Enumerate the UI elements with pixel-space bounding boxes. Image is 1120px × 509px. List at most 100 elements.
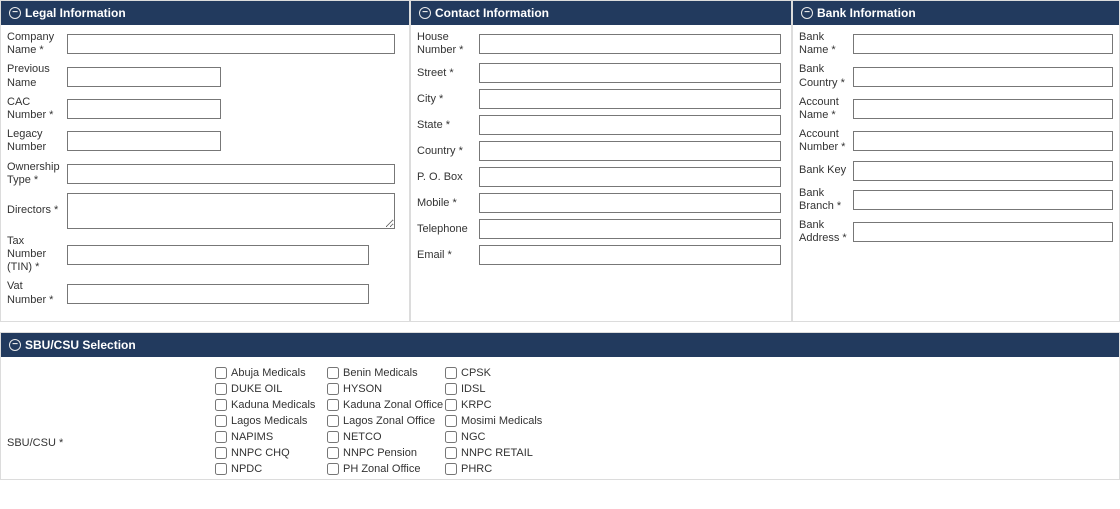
sbucsu-item-label: Mosimi Medicals xyxy=(461,415,542,427)
bank-branch-input[interactable] xyxy=(853,190,1113,210)
panel-bank-header[interactable]: − Bank Information xyxy=(793,1,1119,25)
bank-key-label: Bank Key xyxy=(799,164,853,177)
sbucsu-item[interactable]: PH Zonal Office xyxy=(327,463,445,475)
ownership-type-input[interactable] xyxy=(67,164,395,184)
email-input[interactable] xyxy=(479,245,781,265)
sbucsu-item-label: KRPC xyxy=(461,399,492,411)
previous-name-input[interactable] xyxy=(67,67,221,87)
account-name-label: Account Name * xyxy=(799,96,853,122)
account-name-input[interactable] xyxy=(853,99,1113,119)
sbucsu-checkbox[interactable] xyxy=(215,463,227,475)
sbucsu-checkbox[interactable] xyxy=(445,399,457,411)
directors-input[interactable] xyxy=(67,193,395,229)
street-input[interactable] xyxy=(479,63,781,83)
tax-number-input[interactable] xyxy=(67,245,369,265)
country-label: Country * xyxy=(417,145,479,158)
sbucsu-col-2: Benin Medicals HYSON Kaduna Zonal Office… xyxy=(327,367,445,475)
mobile-input[interactable] xyxy=(479,193,781,213)
mobile-label: Mobile * xyxy=(417,197,479,210)
collapse-icon[interactable]: − xyxy=(9,339,21,351)
country-input[interactable] xyxy=(479,141,781,161)
bank-address-input[interactable] xyxy=(853,222,1113,242)
sbucsu-col-1: Abuja Medicals DUKE OIL Kaduna Medicals … xyxy=(215,367,327,475)
sbucsu-item[interactable]: NAPIMS xyxy=(215,431,327,443)
panel-sbucsu-header[interactable]: − SBU/CSU Selection xyxy=(1,333,1119,357)
sbucsu-checkbox[interactable] xyxy=(445,463,457,475)
sbucsu-checkbox[interactable] xyxy=(445,415,457,427)
sbucsu-item[interactable]: Lagos Medicals xyxy=(215,415,327,427)
legacy-number-input[interactable] xyxy=(67,131,221,151)
vat-number-input[interactable] xyxy=(67,284,369,304)
sbucsu-item[interactable]: Kaduna Zonal Office xyxy=(327,399,445,411)
company-name-label: Company Name * xyxy=(7,31,67,57)
sbucsu-item[interactable]: NNPC Pension xyxy=(327,447,445,459)
sbucsu-item[interactable]: Abuja Medicals xyxy=(215,367,327,379)
cac-number-input[interactable] xyxy=(67,99,221,119)
sbucsu-item[interactable]: Mosimi Medicals xyxy=(445,415,585,427)
telephone-input[interactable] xyxy=(479,219,781,239)
panel-legal-header[interactable]: − Legal Information xyxy=(1,1,409,25)
sbucsu-checkbox[interactable] xyxy=(445,431,457,443)
sbucsu-item-label: PH Zonal Office xyxy=(343,463,420,475)
sbucsu-item[interactable]: NNPC RETAIL xyxy=(445,447,585,459)
sbucsu-item-label: NNPC CHQ xyxy=(231,447,290,459)
sbucsu-checkbox[interactable] xyxy=(327,383,339,395)
sbucsu-item[interactable]: CPSK xyxy=(445,367,585,379)
house-number-input[interactable] xyxy=(479,34,781,54)
panel-sbucsu-body: SBU/CSU * Abuja Medicals DUKE OIL Kaduna… xyxy=(1,357,1119,479)
email-label: Email * xyxy=(417,249,479,262)
sbucsu-checkbox[interactable] xyxy=(327,367,339,379)
sbucsu-item-label: Lagos Zonal Office xyxy=(343,415,435,427)
sbucsu-checkbox[interactable] xyxy=(327,399,339,411)
sbucsu-item[interactable]: HYSON xyxy=(327,383,445,395)
company-name-input[interactable] xyxy=(67,34,395,54)
city-label: City * xyxy=(417,93,479,106)
sbucsu-checkbox[interactable] xyxy=(445,447,457,459)
sbucsu-checkbox[interactable] xyxy=(327,431,339,443)
sbucsu-item[interactable]: NNPC CHQ xyxy=(215,447,327,459)
state-input[interactable] xyxy=(479,115,781,135)
bank-key-input[interactable] xyxy=(853,161,1113,181)
sbucsu-item-label: Kaduna Zonal Office xyxy=(343,399,443,411)
pobox-label: P. O. Box xyxy=(417,171,479,184)
sbucsu-item[interactable]: DUKE OIL xyxy=(215,383,327,395)
sbucsu-item[interactable]: NETCO xyxy=(327,431,445,443)
sbucsu-item[interactable]: KRPC xyxy=(445,399,585,411)
telephone-label: Telephone xyxy=(417,223,479,236)
city-input[interactable] xyxy=(479,89,781,109)
sbucsu-item[interactable]: PHRC xyxy=(445,463,585,475)
sbucsu-item[interactable]: NGC xyxy=(445,431,585,443)
sbucsu-item[interactable]: Kaduna Medicals xyxy=(215,399,327,411)
sbucsu-checkbox[interactable] xyxy=(215,431,227,443)
sbucsu-item-label: DUKE OIL xyxy=(231,383,282,395)
bank-name-input[interactable] xyxy=(853,34,1113,54)
account-number-label: Account Number * xyxy=(799,128,853,154)
sbucsu-item[interactable]: NPDC xyxy=(215,463,327,475)
pobox-input[interactable] xyxy=(479,167,781,187)
sbucsu-checkbox[interactable] xyxy=(215,447,227,459)
bank-country-input[interactable] xyxy=(853,67,1113,87)
sbucsu-item-label: Kaduna Medicals xyxy=(231,399,315,411)
sbucsu-checkbox[interactable] xyxy=(215,399,227,411)
sbucsu-checkbox[interactable] xyxy=(327,463,339,475)
sbucsu-item[interactable]: Benin Medicals xyxy=(327,367,445,379)
sbucsu-checkbox[interactable] xyxy=(215,367,227,379)
collapse-icon[interactable]: − xyxy=(419,7,431,19)
sbucsu-item[interactable]: IDSL xyxy=(445,383,585,395)
sbucsu-checkbox[interactable] xyxy=(327,415,339,427)
collapse-icon[interactable]: − xyxy=(9,7,21,19)
collapse-icon[interactable]: − xyxy=(801,7,813,19)
sbucsu-checkbox[interactable] xyxy=(445,367,457,379)
previous-name-label: Previous Name xyxy=(7,63,67,89)
sbucsu-checkbox[interactable] xyxy=(327,447,339,459)
panel-contact-header[interactable]: − Contact Information xyxy=(411,1,791,25)
sbucsu-item[interactable]: Lagos Zonal Office xyxy=(327,415,445,427)
sbucsu-checkbox[interactable] xyxy=(215,415,227,427)
sbucsu-item-label: NGC xyxy=(461,431,485,443)
account-number-input[interactable] xyxy=(853,131,1113,151)
bank-branch-label: Bank Branch * xyxy=(799,187,853,213)
sbucsu-checkbox[interactable] xyxy=(215,383,227,395)
sbucsu-checkbox[interactable] xyxy=(445,383,457,395)
sbucsu-item-label: NETCO xyxy=(343,431,382,443)
panel-sbucsu-title: SBU/CSU Selection xyxy=(25,338,136,352)
